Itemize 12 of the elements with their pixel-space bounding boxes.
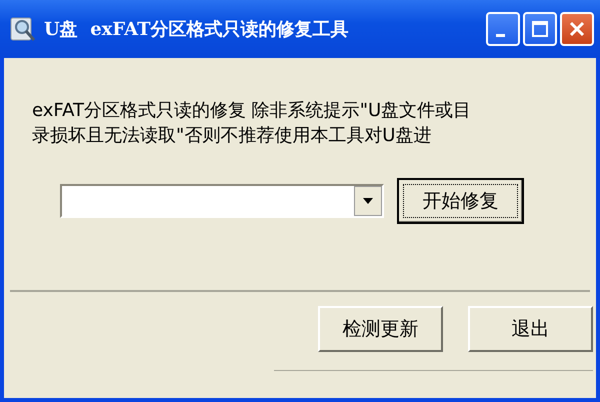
exit-button[interactable]: 退出 bbox=[468, 306, 593, 352]
minimize-icon bbox=[496, 34, 505, 36]
warning-message: exFAT分区格式只读的修复 除非系统提示"U盘文件或目录损坏且无法读取"否则不推荐使用本工具对U盘进 bbox=[32, 99, 472, 148]
close-icon bbox=[568, 20, 586, 38]
start-repair-button[interactable]: 开始修复 bbox=[397, 178, 524, 224]
maximize-button[interactable] bbox=[523, 12, 557, 46]
maximize-icon bbox=[531, 20, 549, 38]
drive-dropdown[interactable] bbox=[60, 184, 384, 218]
close-button[interactable] bbox=[560, 12, 594, 46]
minimize-button[interactable] bbox=[486, 12, 520, 46]
window-title: U盘 exFAT分区格式只读的修复工具 bbox=[44, 18, 349, 41]
check-update-button[interactable]: 检测更新 bbox=[318, 306, 443, 352]
